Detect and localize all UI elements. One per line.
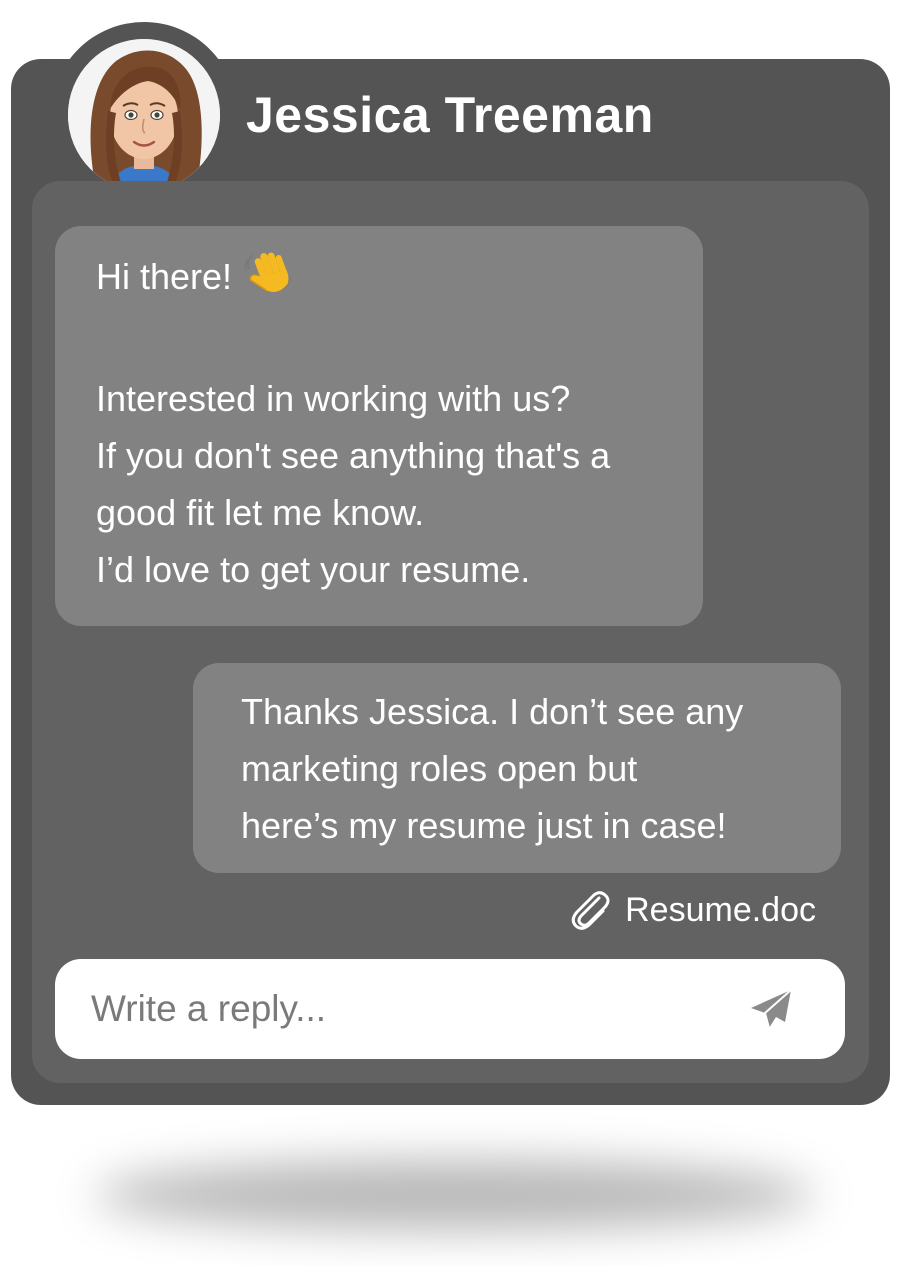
incoming-line: If you don't see anything that's a	[96, 435, 611, 476]
outgoing-line: Thanks Jessica. I don’t see any	[241, 691, 744, 732]
incoming-message: Hi there! Interested in working with us?…	[55, 226, 703, 626]
send-icon	[751, 989, 792, 1029]
widget-shadow	[95, 1160, 815, 1230]
waving-hand-icon	[242, 249, 294, 313]
avatar[interactable]	[68, 39, 220, 191]
incoming-line: good fit let me know.	[96, 492, 425, 533]
paperclip-icon	[569, 890, 611, 930]
reply-composer	[55, 959, 845, 1059]
contact-name: Jessica Treeman	[246, 87, 654, 143]
incoming-greeting: Hi there!	[96, 256, 233, 297]
outgoing-line: here’s my resume just in case!	[241, 805, 727, 846]
avatar-portrait-icon	[68, 39, 220, 191]
outgoing-line: marketing roles open but	[241, 748, 638, 789]
outgoing-message: Thanks Jessica. I don’t see any marketin…	[193, 663, 841, 873]
incoming-line: Interested in working with us?	[96, 378, 571, 419]
attachment-filename: Resume.doc	[625, 890, 816, 929]
incoming-line: I’d love to get your resume.	[96, 549, 531, 590]
send-button[interactable]	[743, 983, 799, 1035]
attachment-link[interactable]: Resume.doc	[569, 888, 816, 932]
reply-input[interactable]	[91, 981, 731, 1037]
incoming-line: Hi there!	[96, 248, 683, 313]
incoming-blank-line	[96, 313, 683, 370]
